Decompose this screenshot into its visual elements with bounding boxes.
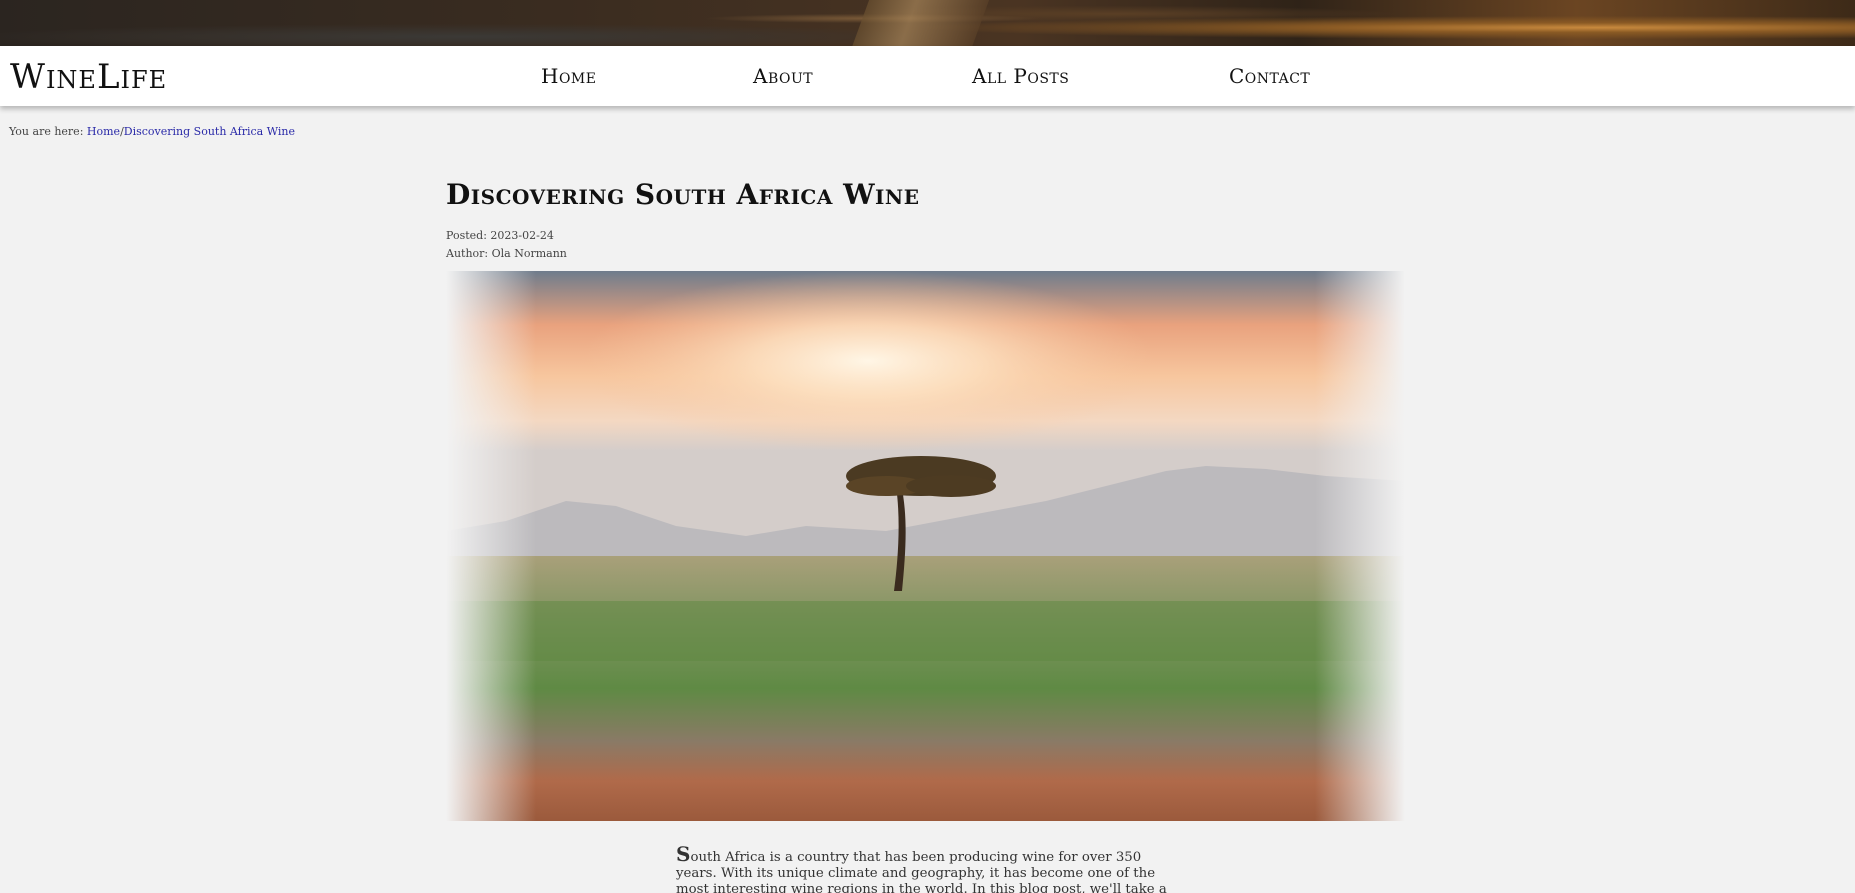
breadcrumb-home-link[interactable]: Home: [87, 125, 120, 138]
breadcrumb-current-link[interactable]: Discovering South Africa Wine: [124, 125, 295, 138]
site-logo[interactable]: WineLife: [10, 57, 167, 97]
post-date: Posted: 2023-02-24: [446, 229, 554, 242]
nav-home[interactable]: Home: [541, 64, 596, 88]
post-title: Discovering South Africa Wine: [446, 178, 920, 211]
breadcrumb: You are here: Home/Discovering South Afr…: [9, 125, 295, 138]
savanna-sunset-image: [446, 271, 1405, 821]
post-author: Author: Ola Normann: [446, 247, 567, 260]
image-fade-right: [1315, 271, 1405, 821]
hero-image-strip: [0, 0, 1855, 46]
hero-label-band: [847, 0, 993, 46]
breadcrumb-prefix: You are here:: [9, 125, 87, 138]
image-fade-left: [446, 271, 536, 821]
nav-about[interactable]: About: [753, 64, 813, 88]
drop-cap: S: [676, 842, 691, 866]
article-body: South Africa is a country that has been …: [676, 844, 1176, 893]
article-paragraph: outh Africa is a country that has been p…: [676, 850, 1167, 893]
nav-all-posts[interactable]: All Posts: [972, 64, 1069, 88]
nav-contact[interactable]: Contact: [1229, 64, 1310, 88]
navbar: WineLife Home About All Posts Contact: [0, 46, 1855, 106]
featured-image: [446, 271, 1405, 821]
